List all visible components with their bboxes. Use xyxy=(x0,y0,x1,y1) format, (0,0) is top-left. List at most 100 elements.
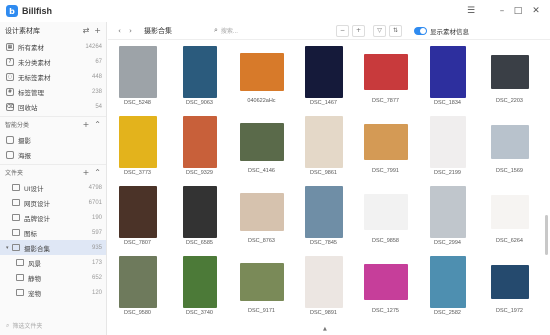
thumbnail-image[interactable] xyxy=(429,46,466,98)
thumbnail-tile[interactable]: DSC_9329 xyxy=(172,116,227,176)
zoom-out-icon[interactable]: − xyxy=(336,24,349,37)
forward-icon[interactable]: › xyxy=(125,25,136,36)
thumbnail-caption: DSC_1569 xyxy=(496,168,523,174)
thumbnail-tile[interactable]: 040622aHc xyxy=(234,46,289,104)
thumbnail-tile[interactable]: DSC_2203 xyxy=(482,46,537,104)
scrollbar[interactable] xyxy=(545,215,548,255)
thumbnail-tile[interactable]: DSC_1972 xyxy=(482,256,537,314)
thumbnail-image[interactable] xyxy=(490,265,529,299)
thumbnail-tile[interactable]: DSC_9580 xyxy=(110,256,165,316)
smart-category-item[interactable]: 摄影 xyxy=(0,132,106,147)
thumbnail-image[interactable] xyxy=(118,256,157,308)
folder-item[interactable]: UI设计 4798 xyxy=(0,180,106,195)
thumbnail-image[interactable] xyxy=(239,263,284,301)
thumbnail-image[interactable] xyxy=(182,46,217,98)
thumbnail-caption: DSC_9329 xyxy=(186,170,213,176)
thumbnail-image[interactable] xyxy=(118,186,157,238)
thumbnail-tile[interactable]: DSC_9858 xyxy=(358,186,413,244)
thumbnail-image[interactable] xyxy=(490,195,529,229)
thumbnail-tile[interactable]: DSC_9063 xyxy=(172,46,227,106)
folder-item[interactable]: 网页设计 6701 xyxy=(0,195,106,210)
thumbnail-image[interactable] xyxy=(429,256,466,308)
thumbnail-tile[interactable]: DSC_9171 xyxy=(234,256,289,314)
thumbnail-image[interactable] xyxy=(304,186,343,238)
add-folder-icon[interactable]: + xyxy=(83,168,90,177)
smart-category-header: 智能分类 + ⌃ xyxy=(0,116,106,132)
subfolder-item[interactable]: 静物 652 xyxy=(0,270,106,285)
menu-icon[interactable]: ☰ xyxy=(463,0,479,22)
thumbnail-tile[interactable]: DSC_3740 xyxy=(172,256,227,316)
filter-icon[interactable]: ▽ xyxy=(373,24,386,37)
folder-item[interactable]: ▾ 摄影合集 935 xyxy=(0,240,106,255)
folder-item[interactable]: 品牌设计 190 xyxy=(0,210,106,225)
collapse-smart-icon[interactable]: ⌃ xyxy=(94,120,101,129)
sidebar-item[interactable]: ◌ 无标签素材 448 xyxy=(0,69,106,84)
thumbnail-image[interactable] xyxy=(118,116,157,168)
sort-icon[interactable]: ⇅ xyxy=(389,24,402,37)
thumbnail-tile[interactable]: DSC_6585 xyxy=(172,186,227,246)
thumbnail-tile[interactable]: DSC_1275 xyxy=(358,256,413,314)
thumbnail-image[interactable] xyxy=(363,194,408,230)
thumbnail-tile[interactable]: DSC_1467 xyxy=(296,46,351,106)
thumbnail-tile[interactable]: DSC_1834 xyxy=(420,46,475,106)
sidebar-item[interactable]: # 标签管理 238 xyxy=(0,84,106,99)
thumbnail-image[interactable] xyxy=(239,123,284,161)
thumbnail-tile[interactable]: DSC_7807 xyxy=(110,186,165,246)
search-icon: ⌕ xyxy=(214,26,218,34)
thumbnail-tile[interactable]: DSC_7845 xyxy=(296,186,351,246)
thumbnail-image[interactable] xyxy=(182,186,217,238)
thumbnail-tile[interactable]: DSC_7877 xyxy=(358,46,413,104)
add-library-icon[interactable]: + xyxy=(94,26,101,35)
thumbnail-image[interactable] xyxy=(429,186,466,238)
smart-category-item[interactable]: 海报 xyxy=(0,147,106,162)
thumbnail-tile[interactable]: DSC_4146 xyxy=(234,116,289,174)
show-info-toggle[interactable] xyxy=(414,26,427,35)
thumbnail-image[interactable] xyxy=(239,53,284,91)
back-icon[interactable]: ‹ xyxy=(114,25,125,36)
thumbnail-tile[interactable]: DSC_8763 xyxy=(234,186,289,244)
thumbnail-tile[interactable]: DSC_2994 xyxy=(420,186,475,246)
thumbnail-tile[interactable]: DSC_2199 xyxy=(420,116,475,176)
thumbnail-image[interactable] xyxy=(118,46,157,98)
thumbnail-image[interactable] xyxy=(490,55,529,89)
smart-category-label: 摄影 xyxy=(18,137,31,145)
thumbnail-image[interactable] xyxy=(429,116,466,168)
thumbnail-image[interactable] xyxy=(363,264,408,300)
thumbnail-image[interactable] xyxy=(363,54,408,90)
thumbnail-image[interactable] xyxy=(363,124,408,160)
folder-item[interactable]: 图标 597 xyxy=(0,225,106,240)
collapse-folders-icon[interactable]: ⌃ xyxy=(94,168,101,177)
thumbnail-image[interactable] xyxy=(304,46,343,98)
thumbnail-image[interactable] xyxy=(304,256,343,308)
thumbnail-image[interactable] xyxy=(182,116,217,168)
thumbnail-tile[interactable]: DSC_1569 xyxy=(482,116,537,174)
thumbnail-tile[interactable]: DSC_2582 xyxy=(420,256,475,316)
breadcrumb[interactable]: 摄影合集 xyxy=(144,26,172,36)
thumbnail-tile[interactable]: DSC_5248 xyxy=(110,46,165,106)
thumbnail-image[interactable] xyxy=(239,193,284,231)
thumbnail-tile[interactable]: DSC_9891 xyxy=(296,256,351,316)
switch-library-icon[interactable]: ⇄ xyxy=(83,26,90,35)
sidebar-item[interactable]: ⌫ 回收站 54 xyxy=(0,99,106,114)
subfolder-item[interactable]: 宠物 120 xyxy=(0,285,106,300)
close-icon[interactable]: ✕ xyxy=(528,0,544,22)
thumbnail-tile[interactable]: DSC_7991 xyxy=(358,116,413,174)
filter-folder-input[interactable]: ⌕ 筛选文件夹 xyxy=(6,321,42,331)
subfolder-item[interactable]: 风景 173 xyxy=(0,255,106,270)
thumbnail-tile[interactable]: DSC_3773 xyxy=(110,116,165,176)
library-header[interactable]: 设计素材库 ⇄ + xyxy=(0,22,106,39)
sidebar-item[interactable]: ▦ 所有素材 14264 xyxy=(0,39,106,54)
minimize-icon[interactable]: – xyxy=(494,0,510,22)
add-smart-category-icon[interactable]: + xyxy=(83,120,90,129)
maximize-icon[interactable]: □ xyxy=(510,0,526,22)
thumbnail-tile[interactable]: DSC_6264 xyxy=(482,186,537,244)
sidebar-item[interactable]: ? 未分类素材 67 xyxy=(0,54,106,69)
thumbnail-image[interactable] xyxy=(182,256,217,308)
drag-handle-icon[interactable]: ▲ xyxy=(323,326,327,332)
zoom-in-icon[interactable]: + xyxy=(352,24,365,37)
thumbnail-image[interactable] xyxy=(304,116,343,168)
sidebar-item-count: 54 xyxy=(95,103,102,110)
thumbnail-image[interactable] xyxy=(490,125,529,159)
thumbnail-tile[interactable]: DSC_9861 xyxy=(296,116,351,176)
search-input[interactable]: ⌕ 搜索... xyxy=(214,26,324,35)
